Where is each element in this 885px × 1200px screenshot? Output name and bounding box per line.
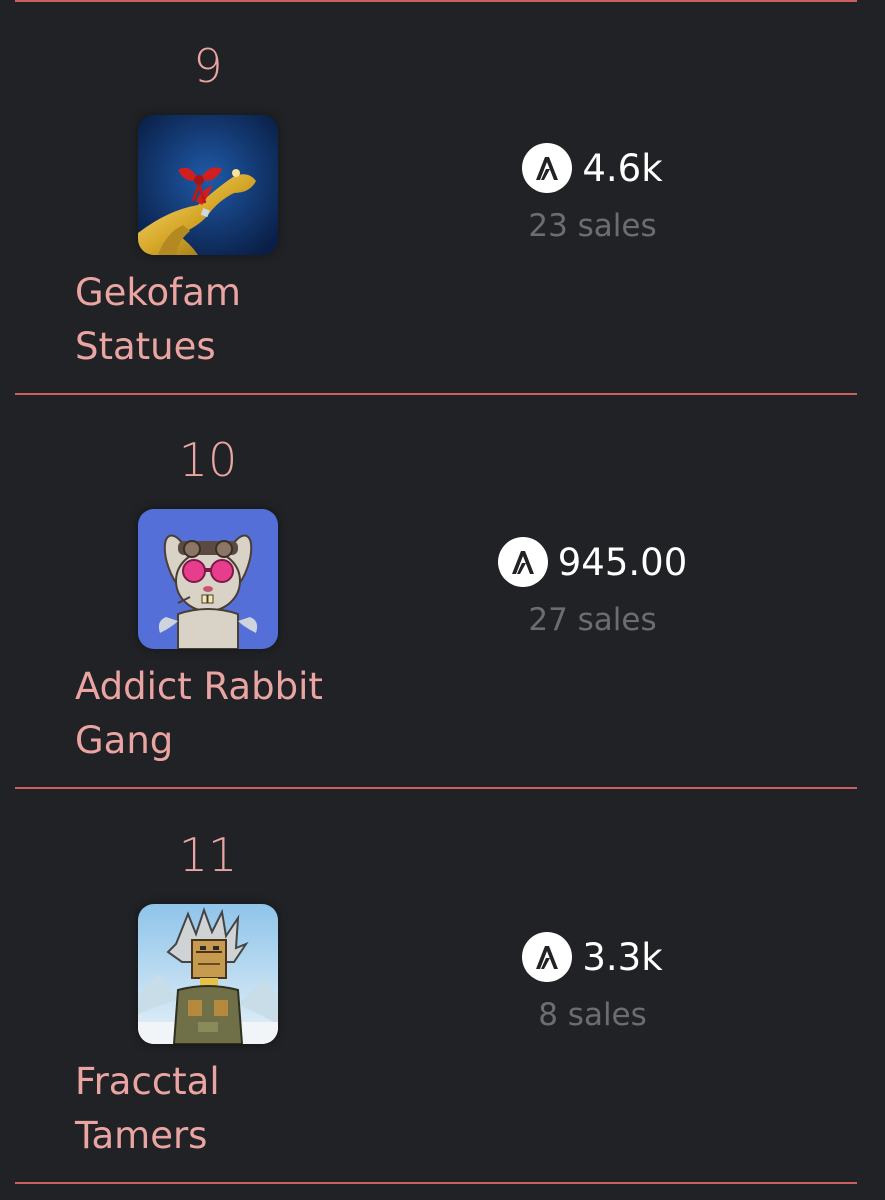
- rank-number: 10: [178, 433, 238, 487]
- algorand-icon: [522, 932, 573, 982]
- volume-price: 4.6k: [400, 138, 785, 198]
- volume-price: 3.3k: [400, 927, 785, 987]
- wooden-mask-character-image: [138, 904, 278, 1044]
- collection-name-line: Addict Rabbit: [75, 665, 323, 708]
- algorand-icon: [522, 143, 573, 193]
- collection-row[interactable]: 9 Gekofam Statues 4.6k 23 sales: [0, 0, 885, 394]
- collection-name-line: Tamers: [75, 1114, 208, 1157]
- collection-name[interactable]: Fracctal Tamers: [75, 1055, 375, 1163]
- sales-count: 23 sales: [528, 208, 657, 244]
- volume-price: 945.00: [400, 532, 785, 592]
- collection-row[interactable]: 10 Addict Rabbit Gang 945.00 27 sales: [0, 394, 885, 788]
- price-value: 3.3k: [582, 935, 663, 979]
- gecko-statue-image: [138, 115, 278, 255]
- collection-thumbnail[interactable]: [138, 115, 278, 255]
- rank-number: 9: [193, 39, 223, 93]
- collection-thumbnail[interactable]: [138, 509, 278, 649]
- collection-name[interactable]: Gekofam Statues: [75, 266, 375, 374]
- price-value: 945.00: [557, 540, 688, 584]
- collection-thumbnail[interactable]: [138, 904, 278, 1044]
- algorand-icon: [497, 537, 548, 587]
- leaderboard-page: 9 Gekofam Statues 4.6k 23 sales 10 Addic…: [0, 0, 885, 1200]
- rank-number: 11: [178, 828, 238, 882]
- rabbit-with-goggles-image: [138, 509, 278, 649]
- collection-name-line: Statues: [75, 325, 216, 368]
- collection-name[interactable]: Addict Rabbit Gang: [75, 660, 375, 768]
- collection-name-line: Fracctal: [75, 1060, 220, 1103]
- collection-name-line: Gang: [75, 719, 174, 762]
- collection-name-line: Gekofam: [75, 271, 241, 314]
- price-value: 4.6k: [582, 146, 663, 190]
- sales-count: 8 sales: [538, 997, 647, 1033]
- sales-count: 27 sales: [528, 602, 657, 638]
- row-divider: [15, 1182, 857, 1184]
- collection-row[interactable]: 11 Fracctal Tamers 3.3k 8 sales: [0, 789, 885, 1183]
